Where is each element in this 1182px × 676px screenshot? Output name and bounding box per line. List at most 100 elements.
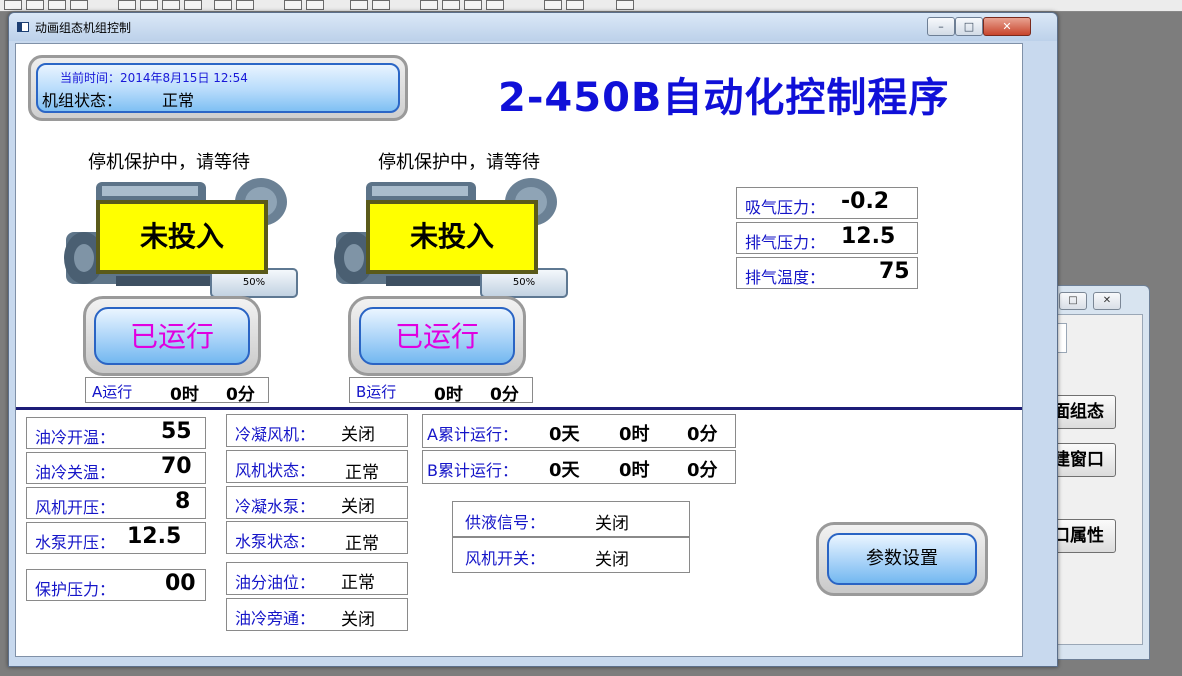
signal-value: 关闭: [595, 514, 629, 534]
discharge-temp-value: 75: [879, 259, 910, 284]
toolbar-button[interactable]: [26, 0, 44, 10]
cumulative-b-minutes: 0分: [687, 460, 718, 481]
unit-b-run-label: 已运行: [359, 307, 515, 365]
unit-a-run-button[interactable]: 已运行: [83, 296, 261, 376]
page-title: 2-450B自动化控制程序: [498, 75, 950, 121]
equip-condenser-pump: 冷凝水泵： 关闭: [226, 486, 408, 519]
toolbar-button[interactable]: [284, 0, 302, 10]
toolbar-button[interactable]: [162, 0, 180, 10]
unit-b-hours: 0时: [434, 385, 463, 405]
unit-b-runtime: B运行 0时 0分: [349, 377, 533, 405]
equip-oil-level: 油分油位： 正常: [226, 562, 408, 595]
setting-value: 00: [165, 571, 196, 596]
cumulative-b: B累计运行： 0天 0时 0分: [422, 450, 736, 484]
setting-value: 8: [175, 489, 191, 514]
unit-a-not-engaged: 未投入: [96, 200, 268, 274]
setting-value: 12.5: [127, 524, 182, 549]
discharge-pressure: 排气压力： 12.5: [736, 222, 918, 254]
equip-pump-status: 水泵状态： 正常: [226, 521, 408, 554]
toolbar-button[interactable]: [4, 0, 22, 10]
current-time: 当前时间：2014年8月15日 12:54: [60, 71, 248, 85]
equip-value: 关闭: [341, 497, 375, 517]
setting-label: 油冷关温：: [35, 463, 116, 482]
cumulative-a: A累计运行： 0天 0时 0分: [422, 414, 736, 448]
close-icon[interactable]: ✕: [1093, 292, 1121, 310]
cumulative-b-days: 0天: [549, 460, 580, 481]
toolbar-button[interactable]: [306, 0, 324, 10]
signal-label: 供液信号：: [465, 513, 546, 532]
background-window-client: 面组态 建窗口 口属性: [1046, 314, 1143, 645]
equip-label: 冷凝风机：: [235, 425, 316, 444]
toolbar-button[interactable]: [442, 0, 460, 10]
toolbar-button[interactable]: [544, 0, 562, 10]
setting-label: 油冷开温：: [35, 428, 116, 447]
cumulative-b-label: B累计运行：: [427, 461, 518, 480]
toolbar-button[interactable]: [70, 0, 88, 10]
toolbar-button[interactable]: [184, 0, 202, 10]
equip-value: 关闭: [341, 610, 375, 630]
discharge-pressure-label: 排气压力：: [745, 233, 826, 252]
cumulative-b-hours: 0时: [619, 460, 650, 481]
setting-label: 保护压力：: [35, 580, 116, 599]
setting-protect-pressure: 保护压力： 00: [26, 569, 206, 601]
toolbar-button[interactable]: [118, 0, 136, 10]
unit-a-runtime-label: A运行: [92, 383, 133, 401]
suction-pressure: 吸气压力： -0.2: [736, 187, 918, 219]
toolbar-button[interactable]: [350, 0, 368, 10]
equip-label: 油冷旁通：: [235, 609, 316, 628]
equip-label: 水泵状态：: [235, 532, 316, 551]
unit-b-status-text: 停机保护中，请等待: [378, 152, 540, 173]
minimize-button[interactable]: –: [927, 17, 955, 36]
toolbar-button[interactable]: [566, 0, 584, 10]
signal-value: 关闭: [595, 550, 629, 570]
discharge-pressure-value: 12.5: [841, 224, 896, 249]
maximize-button[interactable]: □: [955, 17, 983, 36]
title-bar[interactable]: 动画组态机组控制 – □ ✕: [9, 13, 1057, 41]
unit-b-not-engaged: 未投入: [366, 200, 538, 274]
discharge-temp-label: 排气温度：: [745, 268, 826, 287]
toolbar-button[interactable]: [464, 0, 482, 10]
close-button[interactable]: ✕: [983, 17, 1031, 36]
toolbar-button[interactable]: [140, 0, 158, 10]
toolbar-button[interactable]: [616, 0, 634, 10]
equip-label: 油分油位：: [235, 573, 316, 592]
toolbar-button[interactable]: [486, 0, 504, 10]
cumulative-a-label: A累计运行：: [427, 425, 518, 444]
param-settings-label: 参数设置: [827, 533, 977, 585]
equip-condenser-fan: 冷凝风机： 关闭: [226, 414, 408, 447]
unit-b-run-button[interactable]: 已运行: [348, 296, 526, 376]
equip-value: 关闭: [341, 425, 375, 445]
unit-b-minutes: 0分: [490, 385, 519, 405]
unit-a-hours: 0时: [170, 385, 199, 405]
equip-label: 风机状态：: [235, 461, 316, 480]
signal-liquid-supply: 供液信号： 关闭: [452, 501, 690, 537]
status-panel: 当前时间：2014年8月15日 12:54 机组状态： 正常: [28, 55, 408, 121]
suction-pressure-label: 吸气压力：: [745, 198, 826, 217]
toolbar-button[interactable]: [420, 0, 438, 10]
equip-oil-bypass: 油冷旁通： 关闭: [226, 598, 408, 631]
restore-icon[interactable]: □: [1059, 292, 1087, 310]
setting-oil-cool-on: 油冷开温： 55: [26, 417, 206, 449]
toolbar-button[interactable]: [372, 0, 390, 10]
unit-a-run-label: 已运行: [94, 307, 250, 365]
setting-label: 水泵开压：: [35, 533, 116, 552]
setting-value: 70: [161, 454, 192, 479]
unit-state-value: 正常: [162, 91, 195, 110]
setting-label: 风机开压：: [35, 498, 116, 517]
unit-a-minutes: 0分: [226, 385, 255, 405]
unit-a-status-text: 停机保护中，请等待: [88, 152, 250, 173]
toolbar-button[interactable]: [48, 0, 66, 10]
suction-pressure-value: -0.2: [841, 189, 890, 214]
cumulative-a-days: 0天: [549, 424, 580, 445]
client-area: 当前时间：2014年8月15日 12:54 机组状态： 正常 2-450B自动化…: [15, 43, 1023, 657]
toolbar-button[interactable]: [214, 0, 232, 10]
param-settings-button[interactable]: 参数设置: [816, 522, 988, 596]
cumulative-a-hours: 0时: [619, 424, 650, 445]
app-icon: [17, 22, 29, 32]
setting-oil-cool-off: 油冷关温： 70: [26, 452, 206, 484]
toolbar-button[interactable]: [236, 0, 254, 10]
section-divider: [16, 407, 1022, 410]
setting-pump-on-pressure: 水泵开压： 12.5: [26, 522, 206, 554]
discharge-temp: 排气温度： 75: [736, 257, 918, 289]
equip-value: 正常: [341, 573, 375, 593]
